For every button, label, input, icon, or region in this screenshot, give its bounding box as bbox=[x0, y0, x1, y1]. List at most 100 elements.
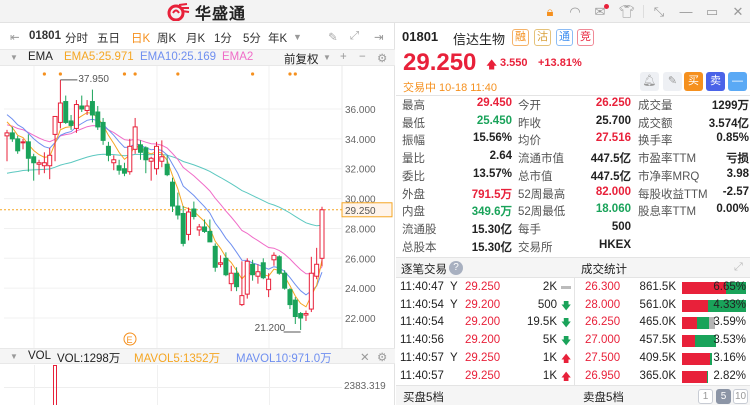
buy-button[interactable]: 买 bbox=[684, 72, 703, 91]
candle[interactable] bbox=[234, 267, 240, 292]
candle[interactable] bbox=[105, 141, 111, 162]
add-indicator-icon[interactable]: + bbox=[340, 51, 347, 63]
event-dot[interactable] bbox=[122, 72, 127, 76]
candle[interactable] bbox=[223, 252, 229, 277]
remove-indicator-icon[interactable]: − bbox=[359, 51, 366, 63]
candle[interactable] bbox=[196, 223, 202, 236]
pencil-icon[interactable]: ✎ bbox=[328, 30, 338, 44]
event-dot[interactable] bbox=[293, 72, 297, 76]
candle[interactable] bbox=[186, 207, 192, 241]
candle[interactable] bbox=[73, 100, 79, 133]
candle[interactable] bbox=[20, 138, 26, 150]
headset-icon[interactable]: ◠ bbox=[566, 3, 584, 20]
candle[interactable] bbox=[95, 106, 101, 130]
candlestick-chart[interactable]: 36.00034.00032.00030.00028.00026.00024.0… bbox=[0, 66, 395, 348]
exit-panel-icon[interactable]: ⇥ bbox=[374, 30, 384, 44]
candle[interactable] bbox=[298, 312, 304, 330]
help-icon[interactable]: ? bbox=[449, 261, 463, 275]
candle[interactable] bbox=[57, 79, 63, 129]
collapse-icon[interactable]: ⇤ bbox=[10, 30, 20, 44]
tab-yearly-k[interactable]: 年K bbox=[268, 30, 287, 46]
auction-tag[interactable]: 竞 bbox=[577, 29, 594, 46]
candle[interactable] bbox=[89, 89, 95, 123]
candle[interactable] bbox=[4, 129, 10, 162]
candle[interactable] bbox=[100, 117, 106, 145]
candle[interactable] bbox=[266, 273, 272, 298]
candle[interactable] bbox=[31, 153, 37, 181]
tab-intraday[interactable]: 分时 bbox=[65, 30, 88, 46]
candle[interactable] bbox=[15, 135, 21, 154]
close-indicator-icon[interactable]: ✕ bbox=[360, 350, 370, 364]
short-tag[interactable]: 沽 bbox=[534, 29, 551, 46]
adjust-dropdown[interactable]: 前复权 bbox=[284, 51, 319, 67]
volume-chart[interactable]: 2383.319 bbox=[0, 365, 395, 405]
candle[interactable] bbox=[292, 297, 298, 324]
connect-tag[interactable]: 通 bbox=[556, 29, 573, 46]
maximize-button[interactable]: ▭ bbox=[703, 3, 721, 20]
bid-levels-label[interactable]: 买盘5档 bbox=[403, 389, 444, 405]
candle[interactable] bbox=[68, 114, 74, 130]
candle[interactable] bbox=[25, 134, 31, 172]
volume-name[interactable]: VOL bbox=[28, 350, 51, 362]
event-dot[interactable] bbox=[176, 72, 180, 76]
event-dot[interactable] bbox=[42, 72, 46, 76]
candle[interactable] bbox=[127, 138, 133, 175]
candle[interactable] bbox=[228, 265, 234, 292]
event-dot[interactable] bbox=[250, 72, 255, 76]
tab-5day[interactable]: 五日 bbox=[97, 30, 120, 46]
gear-icon[interactable]: ⚙ bbox=[377, 51, 387, 65]
remove-watchlist-button[interactable]: — bbox=[728, 72, 747, 91]
candle[interactable] bbox=[137, 140, 143, 160]
lock-icon[interactable]: 🔒︎ bbox=[541, 3, 559, 20]
adjust-chevron-icon[interactable]: ▼ bbox=[323, 53, 331, 62]
depth-5-button[interactable]: 5 bbox=[716, 389, 731, 404]
candle[interactable] bbox=[41, 152, 47, 174]
candle[interactable] bbox=[191, 201, 197, 220]
candle[interactable] bbox=[202, 219, 208, 233]
sell-button[interactable]: 卖 bbox=[706, 72, 725, 91]
skin-icon[interactable]: 👕︎ bbox=[618, 3, 636, 20]
candle[interactable] bbox=[218, 255, 224, 268]
event-dot[interactable] bbox=[133, 72, 137, 76]
gear-icon[interactable]: ⚙ bbox=[377, 350, 387, 364]
candle[interactable] bbox=[153, 141, 159, 175]
tab-monthly-k[interactable]: 月K bbox=[186, 30, 205, 46]
fullscreen-icon[interactable]: ⤢ bbox=[350, 30, 359, 43]
tab-daily-k[interactable]: 日K bbox=[131, 30, 150, 46]
minimize-button[interactable]: — bbox=[677, 3, 695, 20]
candle[interactable] bbox=[212, 243, 218, 272]
chevron-down-icon[interactable]: ▼ bbox=[10, 352, 18, 361]
tab-5min[interactable]: 5分 bbox=[243, 30, 261, 46]
alert-bell-button[interactable]: 🔔︎ bbox=[640, 72, 659, 91]
shrink-icon[interactable]: ⤡ bbox=[650, 3, 668, 20]
margin-tag[interactable]: 融 bbox=[512, 29, 529, 46]
candle[interactable] bbox=[282, 270, 288, 290]
expand-icon[interactable]: ⤢ bbox=[734, 261, 743, 274]
candle[interactable] bbox=[276, 255, 282, 275]
candle[interactable] bbox=[36, 159, 42, 175]
event-dot[interactable] bbox=[58, 72, 62, 76]
mail-icon[interactable]: ✉ bbox=[591, 3, 609, 20]
candle[interactable] bbox=[260, 258, 266, 280]
candle[interactable] bbox=[132, 117, 138, 154]
depth-1-button[interactable]: 1 bbox=[698, 389, 713, 404]
candle[interactable] bbox=[287, 288, 293, 310]
close-button[interactable]: ✕ bbox=[729, 3, 747, 20]
tab-weekly-k[interactable]: 周K bbox=[157, 30, 176, 46]
candle[interactable] bbox=[271, 252, 277, 266]
candle[interactable] bbox=[170, 177, 176, 213]
chevron-down-icon[interactable]: ▼ bbox=[10, 53, 18, 62]
candle[interactable] bbox=[175, 192, 181, 220]
period-dropdown-icon[interactable]: ▼ bbox=[293, 32, 302, 42]
candle[interactable] bbox=[303, 310, 309, 322]
tab-1min[interactable]: 1分 bbox=[214, 30, 232, 46]
candle[interactable] bbox=[308, 256, 314, 313]
ask-levels-label[interactable]: 卖盘5档 bbox=[583, 389, 624, 405]
candle[interactable] bbox=[180, 206, 186, 247]
candle[interactable] bbox=[244, 258, 250, 299]
candle[interactable] bbox=[255, 264, 261, 284]
candle[interactable] bbox=[319, 206, 325, 267]
candle[interactable] bbox=[116, 159, 122, 175]
event-dot[interactable] bbox=[288, 72, 292, 76]
candle[interactable] bbox=[239, 261, 245, 307]
